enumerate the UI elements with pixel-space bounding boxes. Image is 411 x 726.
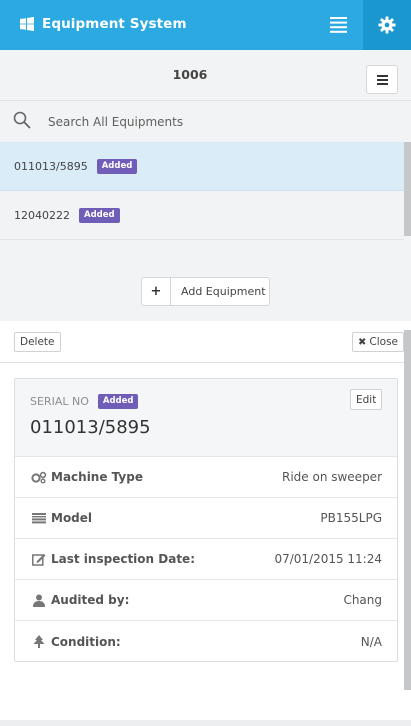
user-icon xyxy=(31,594,47,607)
item-serial: 12040222 xyxy=(14,208,70,222)
close-icon: ✖ xyxy=(358,336,367,348)
field-value: N/A xyxy=(360,634,382,649)
field-label: Audited by: xyxy=(51,593,130,607)
plus-icon: + xyxy=(142,278,171,305)
serial-value: 011013/5895 xyxy=(30,417,151,438)
list-item-partial[interactable] xyxy=(0,240,404,260)
serial-label: SERIAL NO xyxy=(30,395,89,408)
bottom-strip xyxy=(0,720,411,726)
field-machine-type: Machine Type Ride on sweeper xyxy=(15,457,397,498)
search-bar xyxy=(0,101,411,142)
field-label: Condition: xyxy=(51,634,121,649)
list-scrollbar[interactable] xyxy=(404,142,411,236)
close-button[interactable]: ✖ Close xyxy=(352,332,404,352)
list-item[interactable]: 12040222 Added xyxy=(0,191,404,240)
field-label: Machine Type xyxy=(51,470,143,484)
close-label: Close xyxy=(369,336,398,348)
app-title: Equipment System xyxy=(42,16,187,32)
menu-button[interactable] xyxy=(366,65,398,94)
added-badge: Added xyxy=(79,207,120,223)
serial-label-row: SERIAL NO Added xyxy=(30,394,139,409)
edit-calendar-icon xyxy=(31,553,47,566)
field-value: Ride on sweeper xyxy=(281,470,382,484)
added-badge: Added xyxy=(97,394,139,409)
page-scrollbar[interactable] xyxy=(404,330,411,690)
added-badge: Added xyxy=(96,158,138,174)
field-audited-by: Audited by: Chang xyxy=(15,580,397,621)
top-bar: Equipment System xyxy=(0,0,411,50)
field-value: Chang xyxy=(343,593,382,607)
field-value: 07/01/2015 11:24 xyxy=(274,552,382,566)
field-label: Last inspection Date: xyxy=(51,552,195,566)
model-icon xyxy=(31,512,47,524)
list-view-button[interactable] xyxy=(313,0,363,50)
list-item[interactable]: 011013/5895 Added xyxy=(0,142,404,191)
add-equipment-button[interactable]: + Add Equipment xyxy=(141,277,270,306)
delete-button[interactable]: Delete xyxy=(14,332,61,352)
field-label: Model xyxy=(51,511,93,525)
group-number: 1006 xyxy=(172,67,208,82)
card-header: SERIAL NO Added 011013/5895 Edit xyxy=(15,379,397,457)
detail-actions: Delete ✖ Close xyxy=(0,321,411,363)
hamburger-icon xyxy=(376,74,388,85)
field-value: PB155LPG xyxy=(320,511,382,525)
field-condition: Condition: N/A xyxy=(15,621,397,662)
search-input[interactable] xyxy=(48,111,378,133)
field-last-inspection: Last inspection Date: 07/01/2015 11:24 xyxy=(15,539,397,580)
search-icon xyxy=(13,111,31,129)
brand[interactable]: Equipment System xyxy=(20,16,187,32)
windows-logo-icon xyxy=(20,17,34,31)
equipment-list-panel: 1006 011013/5895 Added 12040222 Added + … xyxy=(0,50,411,321)
item-serial: 011013/5895 xyxy=(14,159,88,173)
equipment-list: 011013/5895 Added 12040222 Added xyxy=(0,142,411,260)
gear-icon xyxy=(378,16,396,34)
add-equipment-label: Add Equipment xyxy=(181,285,266,298)
list-icon xyxy=(329,17,347,33)
edit-button[interactable]: Edit xyxy=(350,389,383,410)
equipment-detail-card: SERIAL NO Added 011013/5895 Edit Machine… xyxy=(14,378,398,662)
gears-icon xyxy=(31,471,47,484)
tree-icon xyxy=(31,634,47,649)
settings-button[interactable] xyxy=(363,0,411,50)
field-model: Model PB155LPG xyxy=(15,498,397,539)
